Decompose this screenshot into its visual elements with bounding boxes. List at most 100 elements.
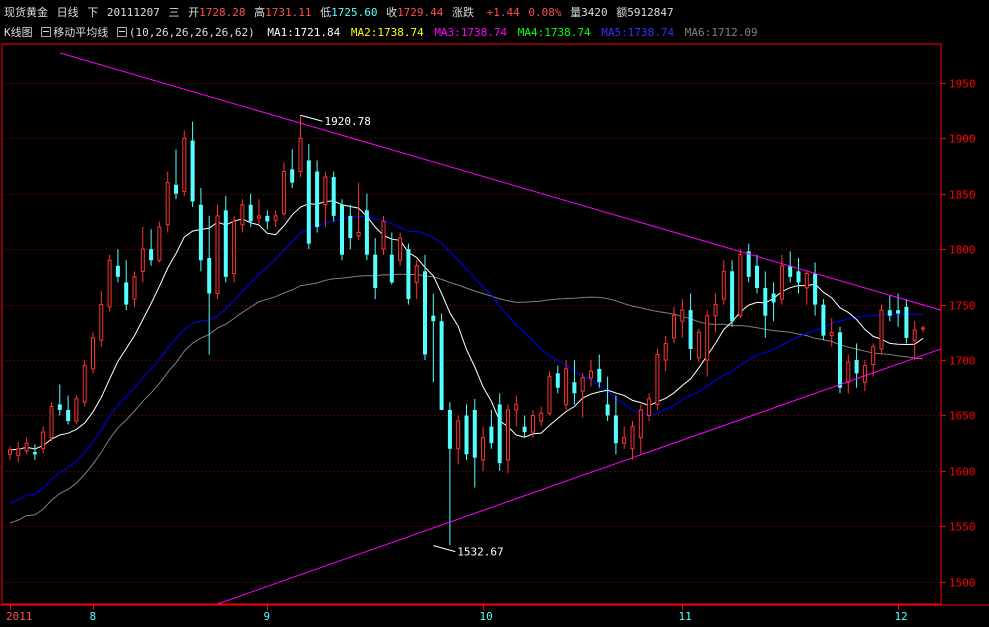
x-tick-label: 11 (679, 610, 692, 623)
candle-body (597, 368, 602, 383)
low-label: 低 (320, 6, 332, 19)
candle-body (813, 273, 818, 305)
candle (904, 299, 909, 344)
candle-body (248, 204, 253, 222)
candle (49, 402, 54, 441)
candle-body (348, 215, 353, 239)
candle (589, 360, 593, 387)
candle (273, 210, 278, 227)
price-chart[interactable]: 1500 1550 1600 1650 1700 1750 1800 1850 1900 1950… (0, 0, 989, 627)
candle-body (804, 273, 809, 289)
candle (91, 332, 95, 374)
candle (638, 404, 643, 455)
close-value: 1729.44 (397, 6, 444, 19)
candle-body (431, 315, 436, 322)
candle-body (605, 404, 610, 416)
candle-body (364, 210, 369, 255)
ma2-value: 1738.74 (377, 26, 424, 39)
candle (99, 291, 104, 347)
x-tick-label: 10 (480, 610, 493, 623)
candle-body (198, 204, 203, 261)
high-value: 1731.11 (265, 6, 312, 19)
direction-label: 下 (87, 6, 99, 19)
candle (223, 195, 228, 283)
candle-body (481, 437, 486, 461)
candle-body (779, 265, 784, 300)
ma-indicator-label[interactable]: 移动平均线 (53, 26, 108, 39)
annotation-label: 1920.78 (325, 115, 371, 128)
candle (174, 149, 178, 200)
chart-header: 现货黄金 日线 下 20111207 三 开1728.28 高1731.11 低… (0, 0, 989, 44)
candle (779, 254, 784, 305)
ma3-value: 1738.74 (460, 26, 508, 39)
candle-body (107, 259, 112, 308)
ma6-readout: MA6:1712.09 (685, 26, 760, 39)
candle-body (232, 220, 237, 275)
volume-value: 3420 (581, 6, 608, 19)
collapse-icon[interactable] (41, 27, 52, 37)
candle-body (398, 237, 403, 261)
candle (132, 271, 137, 307)
kline-tab[interactable]: K线图 (4, 26, 33, 39)
candle (364, 193, 369, 261)
candle-body (140, 248, 145, 272)
candle-body (630, 426, 635, 450)
candle-body (522, 426, 527, 433)
candle (149, 229, 154, 266)
collapse-icon[interactable] (116, 27, 127, 37)
candle-body (862, 365, 867, 383)
high-label: 高 (254, 6, 266, 19)
candle-body (447, 409, 452, 449)
y-tick-label: 1550 (949, 521, 976, 534)
candle-body (921, 327, 925, 330)
candle-body (730, 271, 735, 322)
ma-params: (10,26,26,26,26,62) (128, 26, 255, 39)
candle-body (713, 304, 718, 317)
candle-body (24, 442, 29, 452)
candle-body (838, 332, 842, 388)
candle (198, 188, 203, 272)
candle (763, 271, 768, 338)
candle (713, 293, 718, 333)
candle (24, 437, 29, 455)
candle-body (647, 398, 652, 416)
candle-body (49, 406, 54, 439)
candle (755, 254, 759, 294)
candle-body (406, 249, 411, 300)
candle (124, 260, 129, 311)
candle-body (273, 215, 278, 221)
candle-body (257, 215, 261, 219)
candle-body (638, 409, 643, 439)
candle-body (846, 361, 851, 383)
candle-body (680, 309, 685, 322)
candle-body (879, 309, 884, 350)
candle-body (771, 293, 776, 303)
candle (414, 260, 419, 300)
change-label: 涨跌 (452, 6, 475, 19)
candle (157, 221, 162, 263)
ma1-label: MA1: (267, 26, 294, 39)
ma5-readout: MA5:1738.74 (601, 26, 676, 39)
candle-body (547, 376, 552, 414)
candle (373, 238, 378, 300)
candle (481, 426, 486, 471)
candle (348, 204, 353, 250)
candle (298, 114, 303, 178)
candle-body (555, 373, 560, 388)
candle (547, 371, 552, 416)
candle (854, 343, 859, 388)
candle (281, 162, 286, 216)
amount-value: 5912847 (627, 6, 674, 19)
candle (522, 415, 527, 438)
candle (688, 293, 693, 361)
x-tick-label: 12 (895, 610, 908, 623)
ma4-readout: MA4:1738.74 (518, 26, 593, 39)
candle-body (464, 415, 469, 455)
candle-body (298, 137, 303, 173)
low-value: 1725.60 (331, 6, 378, 19)
candle-body (506, 409, 510, 461)
candle (705, 310, 710, 377)
candle (597, 354, 602, 388)
y-tick-label: 1950 (949, 78, 976, 91)
candle (655, 348, 660, 410)
